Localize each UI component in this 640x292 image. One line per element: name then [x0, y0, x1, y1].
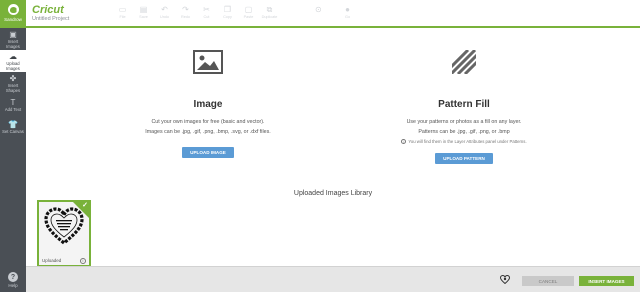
toolbar-label: Duplicate: [261, 15, 278, 19]
project-name[interactable]: Untitled Project: [32, 16, 69, 22]
help-button[interactable]: ? Help: [0, 272, 26, 288]
toolbar-label: Cut: [203, 15, 210, 19]
top-toolbar: Cricut Untitled Project ▭ File ▤ Save ↶ …: [26, 0, 640, 28]
upload-image-button[interactable]: UPLOAD IMAGE: [182, 147, 234, 158]
upload-cloud-icon: ☁: [9, 51, 17, 61]
toolbar-copy-button[interactable]: ❐ Copy: [219, 5, 236, 19]
pattern-note-text: You will find them in the Layer Attribut…: [408, 139, 527, 144]
save-icon: ▤: [139, 5, 148, 14]
avatar-icon: [7, 4, 19, 15]
sidebar-item-label: Upload Images: [6, 60, 20, 71]
uploaded-image-card[interactable]: ✓ Uploaded i: [37, 200, 91, 267]
sidebar-item-set-canvas[interactable]: 👕 Set Canvas: [0, 116, 26, 138]
sidebar-item-label: Insert Shapes: [5, 82, 21, 93]
sidebar-item-insert-shapes[interactable]: ✤ Insert Shapes: [0, 72, 26, 94]
sidebar-item-upload-images[interactable]: ☁ Upload Images: [0, 50, 26, 72]
toolbar-extra-button[interactable]: ⊙: [315, 5, 322, 15]
circle-dots-icon: ⊙: [315, 5, 322, 14]
pattern-upload-panel: Pattern Fill Use your patterns or photos…: [334, 50, 594, 165]
toolbar-label: Copy: [223, 15, 232, 19]
info-icon[interactable]: i: [80, 257, 86, 264]
bottom-action-bar: CANCEL INSERT IMAGES: [26, 266, 640, 292]
shirt-icon: 👕: [8, 120, 18, 129]
text-icon: T: [10, 98, 16, 107]
paste-icon: ▢: [244, 5, 253, 14]
uploaded-library-title: Uploaded Images Library: [293, 190, 373, 197]
toolbar-go-button[interactable]: ● Go: [345, 5, 350, 19]
sidebar-item-label: Add Text: [4, 107, 22, 112]
toolbar-label: Undo: [159, 15, 170, 19]
cancel-button[interactable]: CANCEL: [522, 276, 574, 286]
pattern-panel-title: Pattern Fill: [438, 99, 490, 110]
pattern-panel-formats: Patterns can be .jpg, .gif, .png, or .bm…: [418, 129, 510, 135]
toolbar-paste-button[interactable]: ▢ Paste: [240, 5, 257, 19]
picture-icon: [193, 50, 223, 74]
sidebar-item-label: Set Canvas: [2, 129, 24, 134]
toolbar-file-button[interactable]: ▭ File: [114, 5, 131, 19]
edit-toolbar: ▭ File ▤ Save ↶ Undo ↷ Redo ✂ Cut ❐ Copy…: [114, 5, 278, 19]
sidebar-item-label: Insert Images: [6, 38, 20, 49]
duplicate-icon: ⧉: [266, 5, 273, 14]
copy-icon: ❐: [223, 5, 232, 14]
pattern-icon: [452, 50, 476, 74]
upload-pattern-button[interactable]: UPLOAD PATTERN: [435, 153, 493, 164]
sidebar-item-add-text[interactable]: T Add Text: [0, 94, 26, 116]
folder-icon: ▭: [118, 5, 127, 14]
user-account[interactable]: Sandrow: [0, 0, 26, 28]
card-footer: Uploaded i: [39, 256, 89, 265]
shapes-icon: ✤: [9, 73, 17, 83]
image-panel-title: Image: [193, 99, 223, 110]
toolbar-undo-button[interactable]: ↶ Undo: [156, 5, 173, 19]
pattern-panel-desc: Use your patterns or photos as a fill on…: [406, 119, 522, 125]
sidebar-item-insert-images[interactable]: ▣ Insert Images: [0, 28, 26, 50]
heart-logo-icon: [500, 275, 510, 284]
undo-icon: ↶: [161, 5, 168, 14]
left-sidebar: Sandrow ▣ Insert Images ☁ Upload Images …: [0, 0, 26, 292]
image-panel-formats: Images can be .jpg, .gif, .png, .bmp, .s…: [145, 129, 271, 135]
info-icon: i: [401, 139, 407, 144]
card-label: Uploaded: [42, 258, 62, 263]
toolbar-label: Go: [345, 15, 351, 19]
help-label: Help: [8, 283, 18, 288]
go-icon: ●: [345, 5, 350, 14]
image-panel-desc: Cut your own images for free (basic and …: [151, 119, 265, 125]
toolbar-label: Paste: [243, 15, 254, 19]
redo-icon: ↷: [182, 5, 189, 14]
brand: Cricut Untitled Project: [32, 4, 69, 22]
scissors-icon: ✂: [203, 5, 210, 14]
check-icon: ✓: [82, 202, 88, 209]
toolbar-duplicate-button[interactable]: ⧉ Duplicate: [261, 5, 278, 19]
toolbar-save-button[interactable]: ▤ Save: [135, 5, 152, 19]
help-icon: ?: [8, 272, 18, 282]
toolbar-cut-button[interactable]: ✂ Cut: [198, 5, 215, 19]
toolbar-label: Redo: [180, 15, 191, 19]
upload-main-area: Image Cut your own images for free (basi…: [26, 30, 640, 267]
image-icon: ▣: [9, 29, 17, 39]
toolbar-redo-button[interactable]: ↷ Redo: [177, 5, 194, 19]
toolbar-label: File: [119, 15, 126, 19]
pattern-panel-note: i You will find them in the Layer Attrib…: [334, 139, 594, 144]
image-upload-panel: Image Cut your own images for free (basi…: [78, 50, 338, 159]
insert-images-button[interactable]: INSERT IMAGES: [579, 276, 634, 286]
user-name: Sandrow: [4, 17, 22, 22]
toolbar-label: Save: [139, 15, 148, 19]
brand-logo: Cricut: [32, 4, 64, 16]
